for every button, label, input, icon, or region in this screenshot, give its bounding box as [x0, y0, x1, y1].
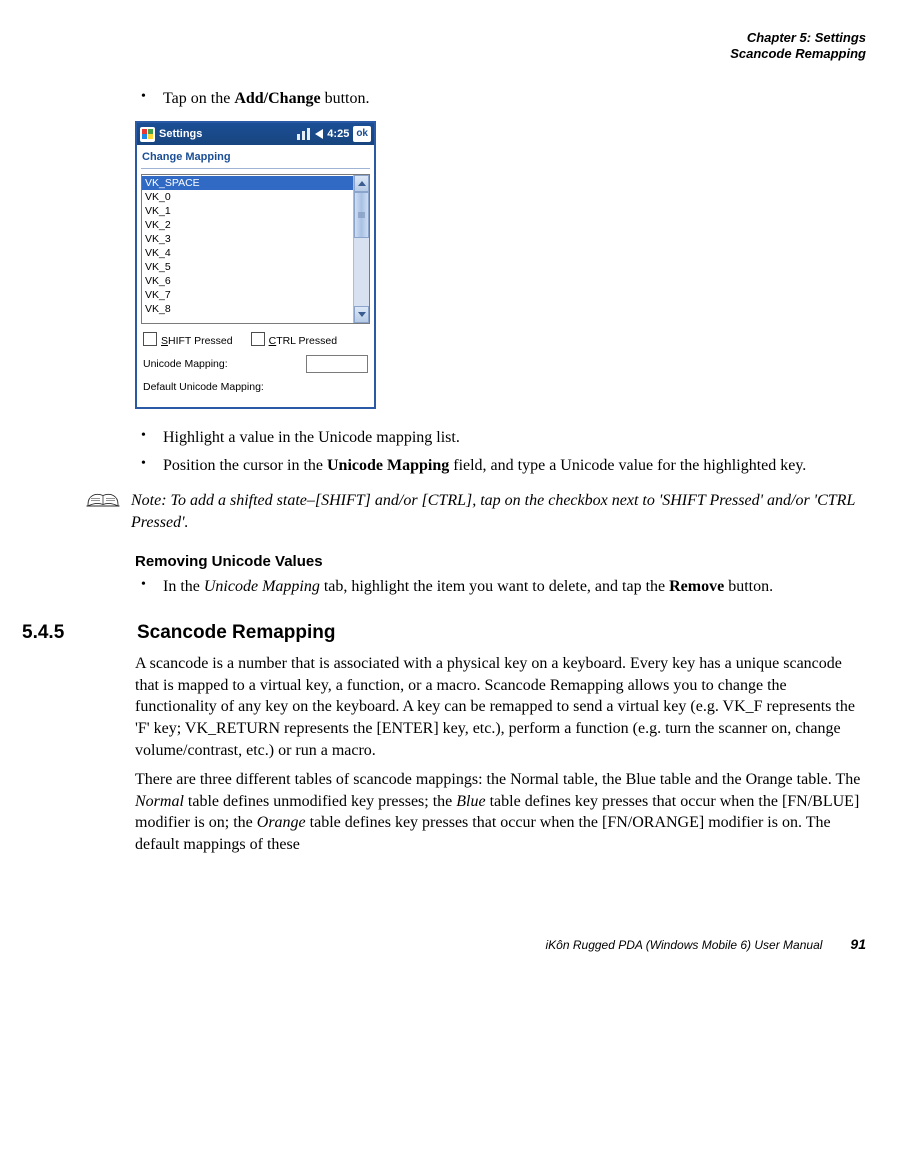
list-item[interactable]: VK_1	[142, 204, 353, 218]
vk-listbox[interactable]: VK_SPACE VK_0 VK_1 VK_2 VK_3 VK_4 VK_5 V…	[141, 174, 370, 324]
default-unicode-label: Default Unicode Mapping:	[143, 380, 264, 394]
clock-text: 4:25	[327, 127, 349, 142]
bullet-position-cursor: Position the cursor in the Unicode Mappi…	[135, 455, 866, 477]
section-title: Scancode Remapping	[137, 620, 336, 646]
bullet-add-change: Tap on the Add/Change button.	[135, 88, 866, 110]
dialog-title: Change Mapping	[141, 148, 370, 169]
titlebar: Settings 4:25 ok	[137, 123, 374, 145]
list-item[interactable]: VK_5	[142, 260, 353, 274]
list-item[interactable]: VK_SPACE	[142, 176, 353, 190]
connectivity-icon[interactable]	[297, 128, 311, 140]
list-item[interactable]: VK_6	[142, 274, 353, 288]
paragraph-1: A scancode is a number that is associate…	[135, 653, 866, 761]
list-item[interactable]: VK_4	[142, 246, 353, 260]
page-number: 91	[850, 935, 866, 954]
header-chapter: Chapter 5: Settings	[20, 30, 866, 46]
scroll-track[interactable]	[354, 238, 369, 306]
chevron-up-icon	[358, 181, 366, 186]
list-item[interactable]: VK_7	[142, 288, 353, 302]
section-heading: 5.4.5 Scancode Remapping	[20, 620, 866, 646]
start-icon[interactable]	[140, 127, 155, 142]
chevron-down-icon	[358, 312, 366, 317]
page-footer: iKôn Rugged PDA (Windows Mobile 6) User …	[20, 935, 866, 954]
app-title: Settings	[159, 127, 293, 142]
list-item[interactable]: VK_3	[142, 232, 353, 246]
ctrl-pressed-checkbox[interactable]: CTRL Pressed	[251, 332, 337, 348]
instruction-list-2: Highlight a value in the Unicode mapping…	[135, 427, 866, 476]
header-section: Scancode Remapping	[20, 46, 866, 62]
book-icon	[85, 488, 121, 509]
section-number: 5.4.5	[20, 620, 137, 646]
list-item[interactable]: VK_2	[142, 218, 353, 232]
windows-mobile-window: Settings 4:25 ok Change Mapping VK_SPACE…	[135, 121, 376, 409]
manual-title: iKôn Rugged PDA (Windows Mobile 6) User …	[546, 937, 823, 953]
subheading-removing: Removing Unicode Values	[135, 552, 866, 572]
scroll-thumb[interactable]	[354, 192, 369, 238]
unicode-mapping-label: Unicode Mapping:	[143, 357, 302, 371]
note-text: Note: To add a shifted state–[SHIFT] and…	[131, 490, 866, 533]
paragraph-2: There are three different tables of scan…	[135, 769, 866, 855]
list-item[interactable]	[142, 316, 353, 322]
instruction-list-3: In the Unicode Mapping tab, highlight th…	[135, 576, 866, 598]
bullet-remove: In the Unicode Mapping tab, highlight th…	[135, 576, 866, 598]
scroll-down-button[interactable]	[354, 306, 369, 323]
checkbox-icon	[143, 332, 157, 346]
checkbox-icon	[251, 332, 265, 346]
list-item[interactable]: VK_0	[142, 190, 353, 204]
scroll-up-button[interactable]	[354, 175, 369, 192]
shift-pressed-checkbox[interactable]: SHIFT Pressed	[143, 332, 233, 348]
ok-button[interactable]: ok	[353, 126, 371, 142]
list-item[interactable]: VK_8	[142, 302, 353, 316]
page-header: Chapter 5: Settings Scancode Remapping	[20, 30, 866, 63]
scrollbar[interactable]	[353, 175, 369, 323]
unicode-mapping-input[interactable]	[306, 355, 368, 373]
embedded-screenshot: Settings 4:25 ok Change Mapping VK_SPACE…	[135, 121, 866, 409]
bullet-highlight: Highlight a value in the Unicode mapping…	[135, 427, 866, 449]
volume-icon[interactable]	[315, 129, 323, 139]
note-block: Note: To add a shifted state–[SHIFT] and…	[85, 490, 866, 533]
instruction-list-1: Tap on the Add/Change button.	[135, 88, 866, 110]
